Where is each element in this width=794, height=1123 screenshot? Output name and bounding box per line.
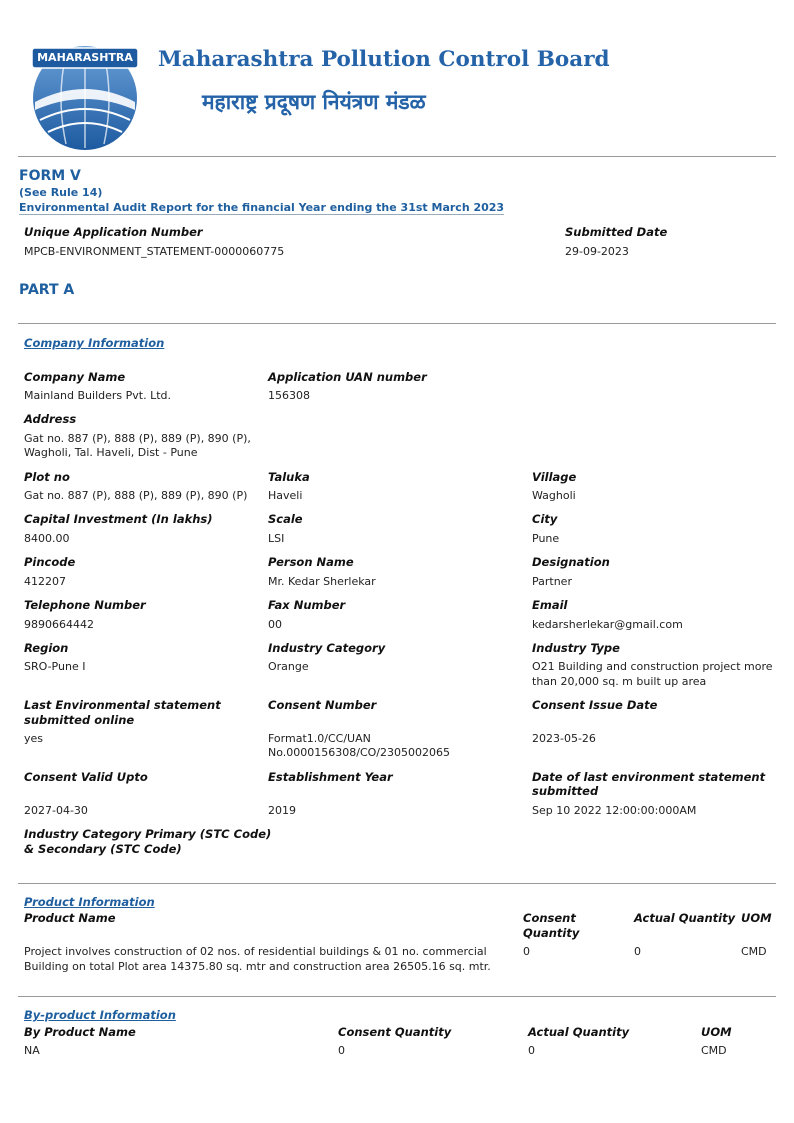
email-value: kedarsherlekar@gmail.com — [532, 618, 683, 631]
product-col-uom: UOM — [741, 911, 772, 925]
byproduct-col-actual: Actual Quantity — [528, 1025, 630, 1039]
form-subtitle: Environmental Audit Report for the finan… — [19, 201, 505, 215]
region-value: SRO-Pune I — [24, 660, 86, 673]
person-name-label: Person Name — [268, 555, 354, 569]
byproduct-col-uom: UOM — [701, 1025, 732, 1039]
product-uom: CMD — [741, 945, 767, 958]
product-name-line-2: Building on total Plot area 14375.80 sq.… — [24, 960, 491, 973]
uan-value: MPCB-ENVIRONMENT_STATEMENT-0000060775 — [24, 245, 285, 258]
company-name-value: Mainland Builders Pvt. Ltd. — [24, 389, 172, 402]
application-uan-value: 156308 — [268, 389, 310, 402]
industry-type-line-2: than 20,000 sq. m built up area — [532, 675, 707, 688]
establishment-year-value: 2019 — [268, 804, 296, 817]
address-line-1: Gat no. 887 (P), 888 (P), 889 (P), 890 (… — [24, 432, 251, 445]
product-section-title: Product Information — [24, 895, 155, 909]
stc-code-label-2: & Secondary (STC Code) — [24, 842, 182, 856]
org-name-marathi: महाराष्ट्र प्रदूषण नियंत्रण मंडळ — [202, 89, 426, 114]
plot-value: Gat no. 887 (P), 888 (P), 889 (P), 890 (… — [24, 489, 248, 502]
byproduct-actual-qty: 0 — [528, 1044, 535, 1057]
region-label: Region — [24, 641, 69, 655]
scale-label: Scale — [268, 512, 303, 526]
village-label: Village — [532, 470, 577, 484]
byproduct-section-title: By-product Information — [24, 1008, 176, 1022]
org-name-english: Maharashtra Pollution Control Board — [158, 47, 610, 72]
byproduct-col-consent: Consent Quantity — [338, 1025, 452, 1039]
consent-issue-date-value: 2023-05-26 — [532, 732, 596, 745]
consent-valid-label: Consent Valid Upto — [24, 770, 148, 784]
pincode-label: Pincode — [24, 555, 76, 569]
submitted-date-value: 29-09-2023 — [565, 245, 629, 258]
divider — [18, 883, 776, 884]
email-label: Email — [532, 598, 568, 612]
company-section-title: Company Information — [24, 336, 165, 350]
last-env-statement-label-1: Last Environmental statement — [24, 698, 221, 712]
consent-issue-date-label: Consent Issue Date — [532, 698, 658, 712]
last-env-statement-value: yes — [24, 732, 44, 745]
telephone-label: Telephone Number — [24, 598, 146, 612]
uan-label: Unique Application Number — [24, 225, 203, 239]
byproduct-name: NA — [24, 1044, 40, 1057]
logo-text: MAHARASHTRA — [37, 51, 133, 64]
fax-label: Fax Number — [268, 598, 346, 612]
product-col-consent-1: Consent — [523, 911, 576, 925]
scale-value: LSI — [268, 532, 285, 545]
designation-label: Designation — [532, 555, 610, 569]
address-label: Address — [24, 412, 77, 426]
pincode-value: 412207 — [24, 575, 66, 588]
byproduct-consent-qty: 0 — [338, 1044, 345, 1057]
person-name-value: Mr. Kedar Sherlekar — [268, 575, 376, 588]
company-name-label: Company Name — [24, 370, 126, 384]
product-consent-qty: 0 — [523, 945, 530, 958]
capital-value: 8400.00 — [24, 532, 70, 545]
taluka-label: Taluka — [268, 470, 310, 484]
consent-number-line-1: Format1.0/CC/UAN — [268, 732, 371, 745]
product-name-line-1: Project involves construction of 02 nos.… — [24, 945, 487, 958]
divider — [18, 996, 776, 997]
product-actual-qty: 0 — [634, 945, 641, 958]
product-col-name: Product Name — [24, 911, 116, 925]
mpcb-logo: MAHARASHTRA — [26, 36, 144, 154]
plot-label: Plot no — [24, 470, 70, 484]
last-statement-date-value: Sep 10 2022 12:00:00:000AM — [532, 804, 697, 817]
industry-type-line-1: O21 Building and construction project mo… — [532, 660, 773, 673]
industry-type-label: Industry Type — [532, 641, 620, 655]
form-title: FORM V — [19, 168, 81, 184]
submitted-date-label: Submitted Date — [565, 225, 668, 239]
product-col-actual: Actual Quantity — [634, 911, 736, 925]
last-env-statement-label-2: submitted online — [24, 713, 135, 727]
consent-number-label: Consent Number — [268, 698, 377, 712]
last-statement-date-label-1: Date of last environment statement — [532, 770, 766, 784]
divider — [18, 323, 776, 324]
fax-value: 00 — [268, 618, 282, 631]
city-value: Pune — [532, 532, 560, 545]
industry-category-label: Industry Category — [268, 641, 386, 655]
establishment-year-label: Establishment Year — [268, 770, 393, 784]
byproduct-uom: CMD — [701, 1044, 727, 1057]
village-value: Wagholi — [532, 489, 576, 502]
form-rule: (See Rule 14) — [19, 186, 103, 199]
industry-category-value: Orange — [268, 660, 309, 673]
divider — [18, 156, 776, 157]
consent-valid-value: 2027-04-30 — [24, 804, 88, 817]
capital-label: Capital Investment (In lakhs) — [24, 512, 213, 526]
byproduct-col-name: By Product Name — [24, 1025, 136, 1039]
part-heading: PART A — [19, 282, 75, 298]
consent-number-line-2: No.0000156308/CO/2305002065 — [268, 746, 450, 759]
taluka-value: Haveli — [268, 489, 303, 502]
telephone-value: 9890664442 — [24, 618, 94, 631]
address-line-2: Wagholi, Tal. Haveli, Dist - Pune — [24, 446, 198, 459]
last-statement-date-label-2: submitted — [532, 784, 599, 798]
product-col-consent-2: Quantity — [523, 926, 580, 940]
application-uan-label: Application UAN number — [268, 370, 427, 384]
city-label: City — [532, 512, 558, 526]
stc-code-label-1: Industry Category Primary (STC Code) — [24, 827, 272, 841]
designation-value: Partner — [532, 575, 572, 588]
